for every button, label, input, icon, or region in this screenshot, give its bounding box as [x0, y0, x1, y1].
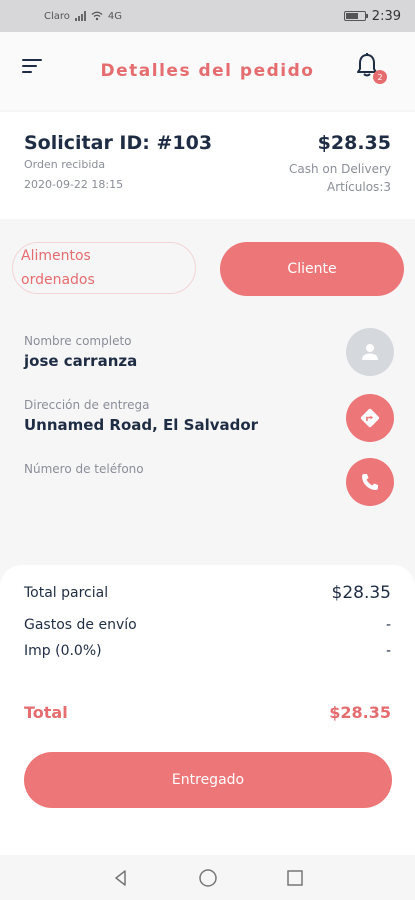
notifications-button[interactable]: 2	[355, 52, 387, 84]
client-name-label: Nombre completo	[24, 334, 132, 348]
avatar	[346, 328, 394, 376]
page-title: Detalles del pedido	[100, 61, 315, 81]
wifi-icon	[91, 11, 103, 21]
total-value: $28.35	[329, 703, 391, 722]
order-datetime: 2020-09-22 18:15	[24, 178, 124, 191]
items-count: Artículos:3	[327, 180, 391, 194]
phone-label: Número de teléfono	[24, 462, 144, 476]
tab-client-label: Cliente	[287, 261, 337, 277]
clock: 2:39	[371, 8, 401, 24]
order-amount: $28.35	[317, 132, 391, 154]
detail-tabs: Alimentos ordenados Cliente	[12, 242, 404, 296]
phone-row: Número de teléfono	[24, 458, 394, 512]
tax-label: Imp (0.0%)	[24, 643, 102, 659]
subtotal-value: $28.35	[331, 583, 391, 603]
order-status: Orden recibida	[24, 158, 106, 171]
app-header: Detalles del pedido 2	[0, 32, 415, 110]
phone-icon	[362, 474, 378, 490]
battery-level	[345, 13, 359, 19]
payment-method: Cash on Delivery	[289, 162, 391, 176]
tab-food-label: Alimentos ordenados	[21, 248, 95, 288]
tax-row: Imp (0.0%) -	[24, 643, 391, 659]
recents-nav-icon[interactable]	[286, 869, 304, 887]
carrier-label: Claro	[44, 10, 70, 22]
shipping-row: Gastos de envío -	[24, 617, 391, 633]
home-nav-icon[interactable]	[198, 868, 218, 888]
delivery-address-label: Dirección de entrega	[24, 398, 150, 412]
request-id: Solicitar ID: #103	[24, 132, 213, 154]
directions-button[interactable]	[346, 394, 394, 442]
tax-value: -	[385, 643, 391, 659]
shipping-label: Gastos de envío	[24, 617, 137, 633]
total-label: Total	[24, 703, 68, 722]
tab-food-ordered[interactable]: Alimentos ordenados	[12, 242, 196, 294]
back-nav-icon[interactable]	[112, 869, 130, 887]
payment-summary: Total parcial $28.35 Gastos de envío - I…	[0, 565, 415, 855]
signal-icon	[74, 11, 86, 21]
network-label: 4G	[107, 10, 123, 22]
shipping-value: -	[385, 617, 391, 633]
user-icon	[362, 344, 378, 360]
status-bar: Claro 4G 2:39	[0, 0, 415, 32]
delivery-address-row: Dirección de entrega Unnamed Road, El Sa…	[24, 394, 394, 448]
directions-icon	[360, 408, 380, 428]
total-row: Total $28.35	[24, 703, 391, 722]
subtotal-row: Total parcial $28.35	[24, 583, 391, 603]
delivered-button[interactable]: Entregado	[24, 752, 392, 808]
battery-icon	[343, 11, 368, 21]
notification-badge: 2	[373, 70, 387, 84]
client-name: jose carranza	[24, 352, 138, 370]
client-name-row: Nombre completo jose carranza	[24, 328, 394, 384]
delivered-button-label: Entregado	[171, 772, 245, 788]
tab-client[interactable]: Cliente	[220, 242, 404, 296]
order-summary-card: Solicitar ID: #103 Orden recibida 2020-0…	[0, 112, 415, 219]
call-button[interactable]	[346, 458, 394, 506]
subtotal-label: Total parcial	[24, 585, 109, 601]
system-nav-bar	[0, 855, 415, 900]
delivery-address: Unnamed Road, El Salvador	[24, 416, 259, 434]
menu-icon[interactable]	[22, 56, 44, 74]
